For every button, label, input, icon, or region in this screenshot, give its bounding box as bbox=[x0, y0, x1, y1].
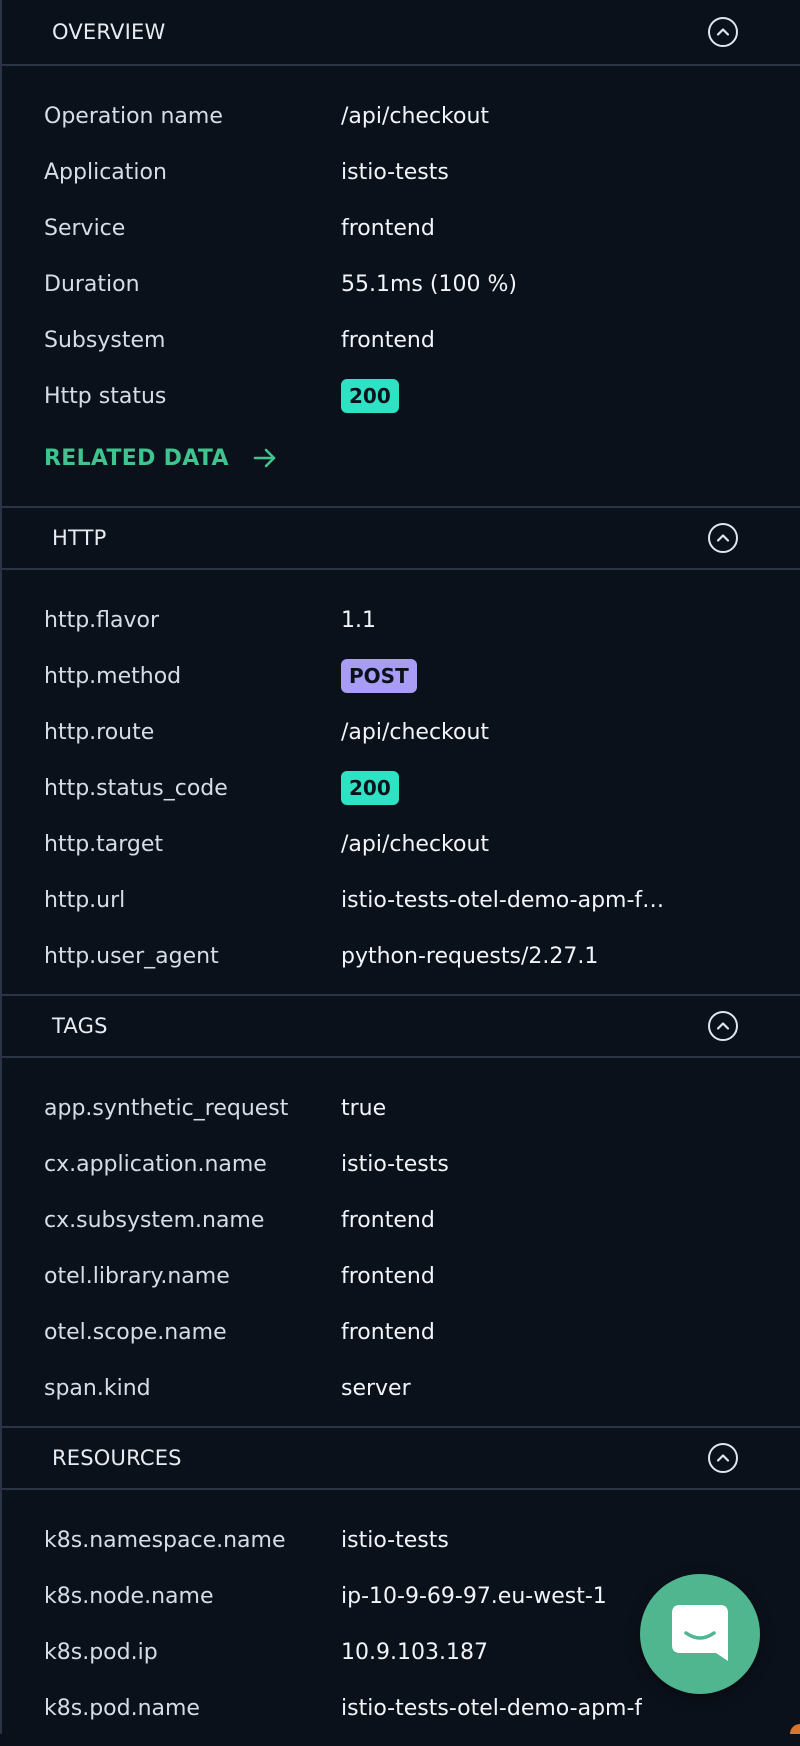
tags-section: TAGS app.synthetic_request true cx.appli… bbox=[2, 994, 800, 1426]
resources-title: RESOURCES bbox=[52, 1446, 182, 1470]
row-key: cx.application.name bbox=[44, 1151, 267, 1177]
span-details-panel: OVERVIEW Operation name /api/checkout Ap… bbox=[0, 0, 800, 1734]
row-value: /api/checkout bbox=[341, 719, 490, 745]
overview-section: OVERVIEW Operation name /api/checkout Ap… bbox=[2, 0, 800, 506]
row-key: k8s.namespace.name bbox=[44, 1527, 286, 1553]
resources-row: k8s.namespace.name istio-tests bbox=[2, 1512, 800, 1568]
tags-title: TAGS bbox=[52, 1014, 108, 1038]
chat-launcher-button[interactable] bbox=[640, 1574, 760, 1694]
row-value: 200 bbox=[341, 771, 399, 805]
row-value: istio-tests bbox=[341, 1527, 449, 1553]
overview-row: Subsystem frontend bbox=[2, 312, 800, 368]
overview-row: Duration 55.1ms (100 %) bbox=[2, 256, 800, 312]
overview-row: Operation name /api/checkout bbox=[2, 88, 800, 144]
row-key: cx.subsystem.name bbox=[44, 1207, 265, 1233]
row-value: frontend bbox=[341, 327, 435, 353]
row-value: server bbox=[341, 1375, 411, 1401]
row-value: python-requests/2.27.1 bbox=[341, 943, 599, 969]
row-value: istio-tests-otel-demo-apm-f bbox=[341, 1695, 643, 1721]
row-key: span.kind bbox=[44, 1375, 151, 1401]
row-value: true bbox=[341, 1095, 387, 1121]
status-badge: 200 bbox=[341, 379, 399, 413]
http-row: http.route /api/checkout bbox=[2, 704, 800, 760]
related-data-label: RELATED DATA bbox=[44, 445, 229, 471]
row-key: Service bbox=[44, 215, 126, 241]
row-key: http.route bbox=[44, 719, 155, 745]
overview-row: Service frontend bbox=[2, 200, 800, 256]
row-value: frontend bbox=[341, 1319, 435, 1345]
row-key: k8s.pod.ip bbox=[44, 1639, 158, 1665]
row-value: /api/checkout bbox=[341, 831, 490, 857]
row-key: k8s.node.name bbox=[44, 1583, 214, 1609]
row-key: otel.scope.name bbox=[44, 1319, 227, 1345]
tags-header[interactable]: TAGS bbox=[2, 994, 800, 1058]
overview-row: Application istio-tests bbox=[2, 144, 800, 200]
tags-row: otel.scope.name frontend bbox=[2, 1304, 800, 1360]
row-value: 1.1 bbox=[341, 607, 376, 633]
http-row: http.target /api/checkout bbox=[2, 816, 800, 872]
row-key: http.flavor bbox=[44, 607, 160, 633]
row-value: ip-10-9-69-97.eu-west-1 bbox=[341, 1583, 607, 1609]
row-key: app.synthetic_request bbox=[44, 1095, 289, 1121]
row-key: http.method bbox=[44, 663, 182, 689]
http-title: HTTP bbox=[52, 526, 107, 550]
chevron-up-icon[interactable] bbox=[708, 1011, 738, 1041]
chevron-up-icon[interactable] bbox=[708, 1443, 738, 1473]
chat-bubble-icon bbox=[672, 1605, 728, 1661]
row-key: http.target bbox=[44, 831, 164, 857]
http-row: http.user_agent python-requests/2.27.1 bbox=[2, 928, 800, 984]
method-badge: POST bbox=[341, 659, 417, 693]
resources-header[interactable]: RESOURCES bbox=[2, 1426, 800, 1490]
row-value: frontend bbox=[341, 1263, 435, 1289]
tags-row: cx.application.name istio-tests bbox=[2, 1136, 800, 1192]
status-badge: 200 bbox=[341, 771, 399, 805]
http-row: http.url istio-tests-otel-demo-apm-f… bbox=[2, 872, 800, 928]
row-key: Http status bbox=[44, 383, 167, 409]
row-value: POST bbox=[341, 659, 417, 693]
http-header[interactable]: HTTP bbox=[2, 506, 800, 570]
http-row: http.status_code 200 bbox=[2, 760, 800, 816]
http-section: HTTP http.flavor 1.1 http.method POST ht… bbox=[2, 506, 800, 994]
arrow-right-icon bbox=[253, 448, 276, 468]
row-key: http.status_code bbox=[44, 775, 228, 801]
row-value: 10.9.103.187 bbox=[341, 1639, 488, 1665]
http-rows: http.flavor 1.1 http.method POST http.ro… bbox=[2, 570, 800, 994]
row-value: frontend bbox=[341, 1207, 435, 1233]
tags-rows: app.synthetic_request true cx.applicatio… bbox=[2, 1058, 800, 1426]
row-value: istio-tests bbox=[341, 159, 449, 185]
chevron-up-icon[interactable] bbox=[708, 17, 738, 47]
row-key: Duration bbox=[44, 271, 140, 297]
row-value: /api/checkout bbox=[341, 103, 490, 129]
overview-row: Http status 200 bbox=[2, 368, 800, 424]
related-data-link[interactable]: RELATED DATA bbox=[2, 426, 800, 490]
row-key: http.url bbox=[44, 887, 126, 913]
overview-header[interactable]: OVERVIEW bbox=[2, 0, 800, 66]
row-value: 55.1ms (100 %) bbox=[341, 271, 517, 297]
row-value: istio-tests-otel-demo-apm-f… bbox=[341, 887, 665, 913]
row-value: 200 bbox=[341, 379, 399, 413]
row-key: otel.library.name bbox=[44, 1263, 230, 1289]
tags-row: app.synthetic_request true bbox=[2, 1080, 800, 1136]
row-key: Subsystem bbox=[44, 327, 166, 353]
http-row: http.flavor 1.1 bbox=[2, 592, 800, 648]
chevron-up-icon[interactable] bbox=[708, 523, 738, 553]
row-key: k8s.pod.name bbox=[44, 1695, 200, 1721]
row-value: istio-tests bbox=[341, 1151, 449, 1177]
row-key: http.user_agent bbox=[44, 943, 219, 969]
tags-row: cx.subsystem.name frontend bbox=[2, 1192, 800, 1248]
overview-title: OVERVIEW bbox=[52, 20, 166, 44]
row-key: Operation name bbox=[44, 103, 223, 129]
http-row: http.method POST bbox=[2, 648, 800, 704]
row-key: Application bbox=[44, 159, 167, 185]
tags-row: otel.library.name frontend bbox=[2, 1248, 800, 1304]
tags-row: span.kind server bbox=[2, 1360, 800, 1416]
overview-rows: Operation name /api/checkout Application… bbox=[2, 66, 800, 506]
row-value: frontend bbox=[341, 215, 435, 241]
